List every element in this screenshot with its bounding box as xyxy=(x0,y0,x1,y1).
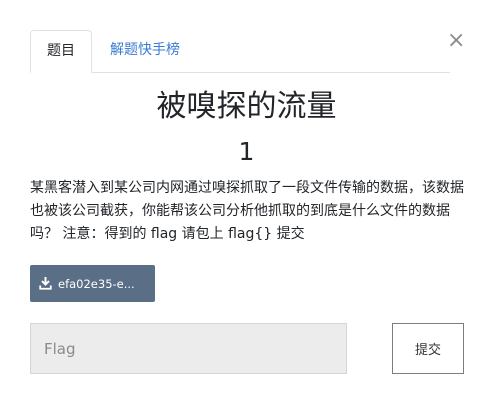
challenge-title: 被嗅探的流量 xyxy=(156,89,337,124)
download-icon xyxy=(39,277,52,290)
attachment-download-button[interactable]: efa02e35-e... xyxy=(30,265,155,302)
tab-challenge[interactable]: 题目 xyxy=(30,30,92,73)
submit-button[interactable]: 提交 xyxy=(392,323,464,374)
challenge-description: 某黑客潜入到某公司内网通过嗅探抓取了一段文件传输的数据，该数据也被该公司截获，你… xyxy=(30,180,464,242)
challenge-score: 1 xyxy=(238,137,255,166)
flag-input[interactable] xyxy=(30,323,347,374)
tab-solve-leaderboard[interactable]: 解题快手榜 xyxy=(92,30,196,71)
tab-bar: 题目 解题快手榜 xyxy=(30,30,450,73)
challenge-modal: × 题目 解题快手榜 被嗅探的流量 1 某黑客潜入到某公司内网通过嗅探抓取了一段… xyxy=(0,0,493,418)
attachment-filename: efa02e35-e... xyxy=(58,276,135,291)
